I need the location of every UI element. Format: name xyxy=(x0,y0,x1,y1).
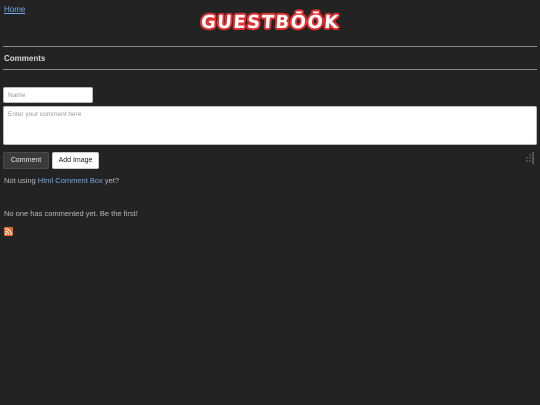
add-image-button[interactable]: Add Image xyxy=(52,152,99,169)
promo-text: Not using Html Comment Box yet? xyxy=(4,176,119,185)
rss-feed-icon[interactable] xyxy=(4,227,13,236)
html-comment-box-link[interactable]: Html Comment Box xyxy=(38,176,103,185)
guestbook-logo: GUESTBŌŌK xyxy=(0,12,540,33)
comment-textarea[interactable] xyxy=(3,106,537,145)
heading-divider xyxy=(3,69,537,70)
promo-suffix: yet? xyxy=(104,176,120,185)
logo-text: GUESTBŌŌK xyxy=(199,12,341,33)
name-input[interactable] xyxy=(3,87,93,103)
top-divider xyxy=(3,46,537,47)
empty-comments-message: No one has commented yet. Be the first! xyxy=(4,209,138,218)
drag-grip-icon[interactable] xyxy=(525,152,535,164)
promo-prefix: Not using xyxy=(4,176,36,185)
comments-heading: Comments xyxy=(4,54,46,63)
comment-button[interactable]: Comment xyxy=(3,152,49,169)
